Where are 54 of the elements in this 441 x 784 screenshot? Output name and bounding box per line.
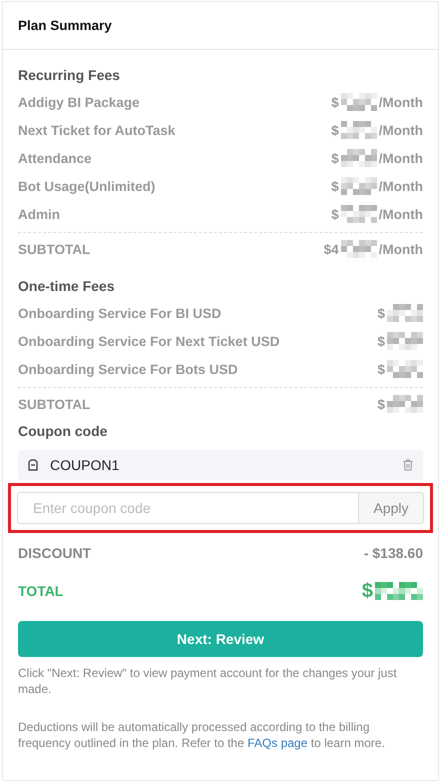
currency-sign: $ <box>377 362 385 376</box>
pixelated-mosaic <box>340 240 377 258</box>
subtotal-label: SUBTOTAL <box>18 242 90 256</box>
period-label: /Month <box>378 150 423 166</box>
currency-sign: $ <box>331 178 339 194</box>
currency-sign: $4 <box>324 242 339 256</box>
currency-sign: $ <box>362 580 373 602</box>
coupon-input[interactable]: Enter coupon code <box>17 492 358 524</box>
apply-button[interactable]: Apply <box>358 492 424 524</box>
total-label: TOTAL <box>18 583 64 599</box>
period-label: /Month <box>378 242 423 256</box>
delete-icon[interactable] <box>403 459 413 471</box>
pixelated-mosaic <box>387 332 423 350</box>
hint-text: Click "Next: Review" to view payment account for the changes your just made. <box>18 665 398 697</box>
discount-label: DISCOUNT <box>18 545 92 561</box>
pixelated-mosaic <box>387 395 423 413</box>
fee-label: Onboarding Service For Bots USD <box>18 362 238 376</box>
next-button[interactable]: Next: Review <box>18 621 423 657</box>
currency-sign: $ <box>377 306 385 320</box>
currency-sign: $ <box>331 94 339 110</box>
fee-label: Bot Usage(Unlimited) <box>18 178 156 194</box>
period-label: /Month <box>378 206 423 222</box>
pixelated-mosaic <box>340 205 377 223</box>
fee-label: Next Ticket for AutoTask <box>18 122 176 138</box>
pixelated-mosaic <box>340 177 377 195</box>
pixelated-mosaic <box>375 582 423 600</box>
fee-label: Addigy BI Package <box>18 94 140 110</box>
billing-note: Deductions will be automatically processed according to the billing frequency outlined in the plan. Refer to the FAQs page to learn more. <box>18 719 386 751</box>
section-heading: Recurring Fees <box>18 66 121 85</box>
coupon-code: COUPON1 <box>50 457 120 473</box>
period-label: /Month <box>378 122 423 138</box>
pixelated-mosaic <box>340 93 377 111</box>
currency-sign: $ <box>331 206 339 222</box>
period-label: /Month <box>378 178 423 194</box>
pixelated-mosaic <box>387 360 423 378</box>
panel-title: Plan Summary <box>18 18 112 33</box>
currency-sign: $ <box>331 150 339 166</box>
pixelated-mosaic <box>387 304 423 322</box>
discount-value: - $138.60 <box>364 545 423 561</box>
currency-sign: $ <box>377 334 385 348</box>
fee-label: Onboarding Service For Next Ticket USD <box>18 334 280 348</box>
faqs-link[interactable]: FAQs page <box>247 736 308 750</box>
pixelated-mosaic <box>340 149 377 167</box>
fee-label: Onboarding Service For BI USD <box>18 306 222 320</box>
currency-sign: $ <box>377 396 385 412</box>
subtotal-label: SUBTOTAL <box>18 396 90 412</box>
fee-label: Admin <box>18 206 60 222</box>
currency-sign: $ <box>331 122 339 138</box>
pixelated-mosaic <box>340 121 377 139</box>
period-label: /Month <box>378 94 423 110</box>
tag-icon <box>28 459 38 471</box>
section-heading: One-time Fees <box>18 277 116 296</box>
section-heading: Coupon code <box>18 422 108 441</box>
fee-label: Attendance <box>18 150 92 166</box>
